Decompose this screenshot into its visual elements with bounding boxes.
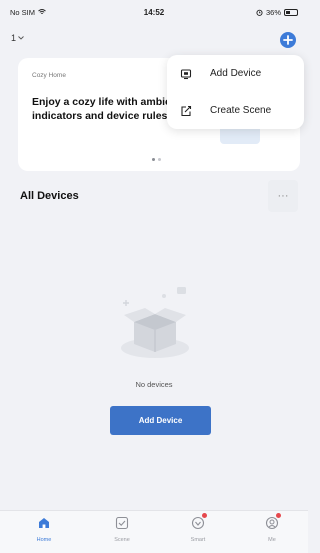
alarm-icon xyxy=(256,9,263,16)
create-scene-icon xyxy=(179,104,193,118)
smart-icon xyxy=(190,513,207,531)
battery-icon xyxy=(284,8,298,16)
banner-text: Enjoy a cozy life with ambient indicator… xyxy=(32,96,181,122)
carrier-label: No SIM xyxy=(10,7,36,17)
tab-bar: Home Scene Smart Me xyxy=(0,510,308,553)
me-icon xyxy=(264,513,281,531)
tab-smart[interactable]: Smart xyxy=(178,513,218,551)
chevron-down-icon xyxy=(18,36,24,40)
menu-item-label: Add Device xyxy=(210,68,262,79)
section-title: All Devices xyxy=(20,190,79,202)
tab-label: Me xyxy=(268,537,276,543)
empty-state-text: No devices xyxy=(135,380,173,389)
notification-badge xyxy=(276,513,281,518)
battery-percent: 36% xyxy=(265,7,281,17)
add-device-button[interactable]: Add Device xyxy=(110,406,211,435)
menu-item-create-scene[interactable]: Create Scene xyxy=(167,92,304,129)
device-icon xyxy=(179,67,193,81)
pagination-dot xyxy=(158,158,161,161)
empty-box-illustration xyxy=(121,287,189,358)
wifi-icon xyxy=(38,9,46,14)
tab-label: Smart xyxy=(190,537,206,543)
banner-tag: Cozy Home xyxy=(32,72,66,79)
menu-item-label: Create Scene xyxy=(210,105,272,116)
add-button[interactable] xyxy=(280,32,296,48)
plus-circle-icon xyxy=(283,35,293,45)
menu-item-add-device[interactable]: Add Device xyxy=(167,55,304,92)
tab-scene[interactable]: Scene xyxy=(102,515,142,551)
status-left: No SIM xyxy=(10,8,46,17)
tab-home[interactable]: Home xyxy=(24,515,64,551)
add-menu: Add Device Create Scene xyxy=(167,55,304,129)
more-options-button[interactable]: ··· xyxy=(268,180,298,212)
scene-icon xyxy=(114,515,130,531)
pagination-dot-active xyxy=(152,158,155,161)
notification-badge xyxy=(202,513,207,518)
status-right: 36% xyxy=(256,8,298,17)
status-bar: No SIM 14:52 36% xyxy=(0,0,308,24)
home-icon xyxy=(36,515,52,531)
banner-pagination xyxy=(152,158,161,161)
tab-label: Scene xyxy=(114,537,130,543)
tab-me[interactable]: Me xyxy=(252,513,292,551)
home-selector[interactable]: 1 xyxy=(11,33,24,43)
tab-label: Home xyxy=(36,537,52,543)
home-selector-label: 1 xyxy=(11,33,17,43)
